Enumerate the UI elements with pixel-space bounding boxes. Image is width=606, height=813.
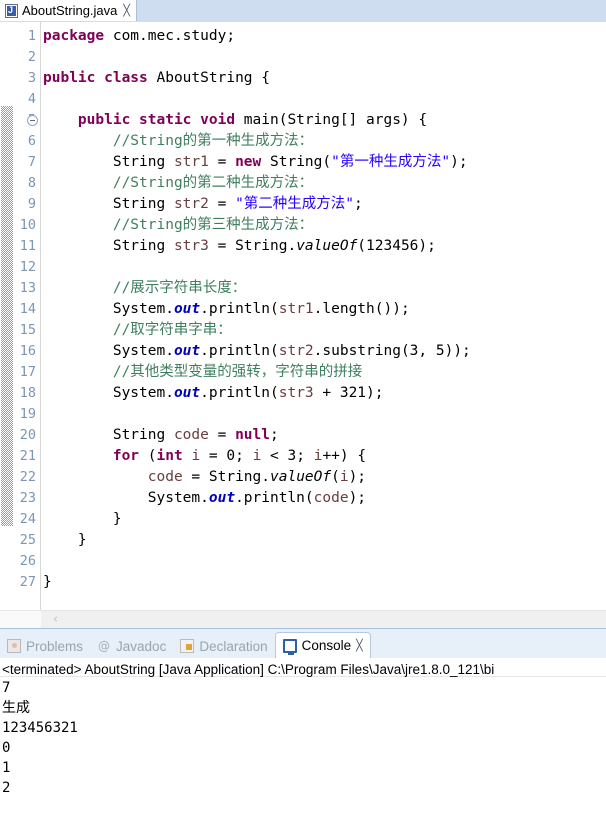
view-tab-label: Declaration (199, 638, 268, 654)
code-line[interactable]: } (41, 572, 52, 593)
console-output-line: 0 (2, 740, 11, 756)
editor-tab-aboutstring[interactable]: AboutString.java ╳ (0, 0, 138, 21)
view-tab-console[interactable]: Console ╳ (274, 632, 371, 658)
code-line[interactable] (41, 404, 43, 425)
problems-icon (7, 639, 21, 653)
code-line[interactable]: //取字符串字串： (41, 320, 232, 341)
code-line[interactable]: } (41, 530, 87, 551)
console-view[interactable]: <terminated> AboutString [Java Applicati… (0, 658, 606, 813)
code-line[interactable]: public class AboutString { (41, 68, 270, 89)
code-line[interactable] (41, 47, 43, 68)
code-line[interactable]: //其他类型变量的强转，字符串的拼接 (41, 362, 362, 383)
editor-scroll-corner (0, 610, 41, 628)
console-output-line: 123456321 (2, 720, 78, 736)
view-tab-declaration[interactable]: Declaration (173, 634, 274, 658)
view-tab-bar: Problems @ Javadoc Declaration Console ╳ (0, 631, 606, 658)
console-output-line: 2 (2, 780, 11, 796)
code-line[interactable] (41, 89, 43, 110)
code-line[interactable]: for (int i = 0; i < 3; i++) { (41, 446, 366, 467)
code-line[interactable]: System.out.println(code); (41, 488, 366, 509)
code-line[interactable]: package com.mec.study; (41, 26, 235, 47)
code-line[interactable]: String str1 = new String("第一种生成方法"); (41, 152, 468, 173)
code-line[interactable]: String str2 = "第二种生成方法"; (41, 194, 363, 215)
code-line[interactable] (41, 551, 43, 572)
code-line[interactable]: System.out.println(str3 + 321); (41, 383, 384, 404)
code-line[interactable]: public static void main(String[] args) { (41, 110, 427, 131)
declaration-icon (180, 639, 195, 653)
view-tab-problems[interactable]: Problems (0, 634, 90, 658)
code-editor[interactable]: package com.mec.study; public class About… (0, 22, 606, 610)
code-line[interactable]: String code = null; (41, 425, 279, 446)
code-line[interactable]: //String的第一种生成方法： (41, 131, 313, 152)
close-icon[interactable]: ╳ (123, 5, 130, 16)
fold-collapse-icon[interactable] (27, 115, 38, 126)
chevron-left-icon[interactable]: ‹ (49, 613, 62, 626)
view-tab-javadoc[interactable]: @ Javadoc (90, 634, 173, 658)
view-tab-label: Javadoc (116, 638, 167, 654)
javadoc-at-icon: @ (98, 639, 111, 653)
editor-tab-bar: AboutString.java ╳ (0, 0, 606, 23)
bottom-view-panel: Problems @ Javadoc Declaration Console ╳ <ter… (0, 628, 606, 813)
console-icon (282, 638, 297, 655)
code-line[interactable]: String str3 = String.valueOf(123456); (41, 236, 436, 257)
java-file-icon (5, 3, 18, 18)
code-line[interactable]: //String的第二种生成方法： (41, 173, 313, 194)
code-line[interactable]: } (41, 509, 122, 530)
console-output-line: 1 (2, 760, 11, 776)
console-output[interactable]: 7 生成 123456321 0 1 2 (0, 677, 606, 798)
code-line[interactable]: System.out.println(str1.length()); (41, 299, 410, 320)
console-output-line: 生成 (2, 700, 30, 716)
console-launch-header: <terminated> AboutString [Java Applicati… (0, 658, 606, 677)
view-tab-label: Console (301, 638, 352, 653)
code-text-area[interactable]: package com.mec.study; public class About… (41, 22, 606, 610)
code-line[interactable] (41, 257, 43, 278)
console-output-line: 7 (2, 680, 11, 696)
code-line[interactable]: //String的第三种生成方法： (41, 215, 313, 236)
code-line[interactable]: code = String.valueOf(i); (41, 467, 366, 488)
close-icon[interactable]: ╳ (356, 640, 363, 651)
eclipse-ide-window: AboutString.java ╳ package com.mec.study… (0, 0, 606, 813)
code-line[interactable]: System.out.println(str2.substring(3, 5))… (41, 341, 471, 362)
code-line[interactable]: //展示字符串长度： (41, 278, 246, 299)
fold-markers[interactable] (0, 22, 41, 610)
view-tab-label: Problems (26, 638, 84, 654)
editor-horizontal-scrollbar[interactable]: ‹ (41, 610, 606, 628)
editor-tab-label: AboutString.java (22, 3, 118, 18)
